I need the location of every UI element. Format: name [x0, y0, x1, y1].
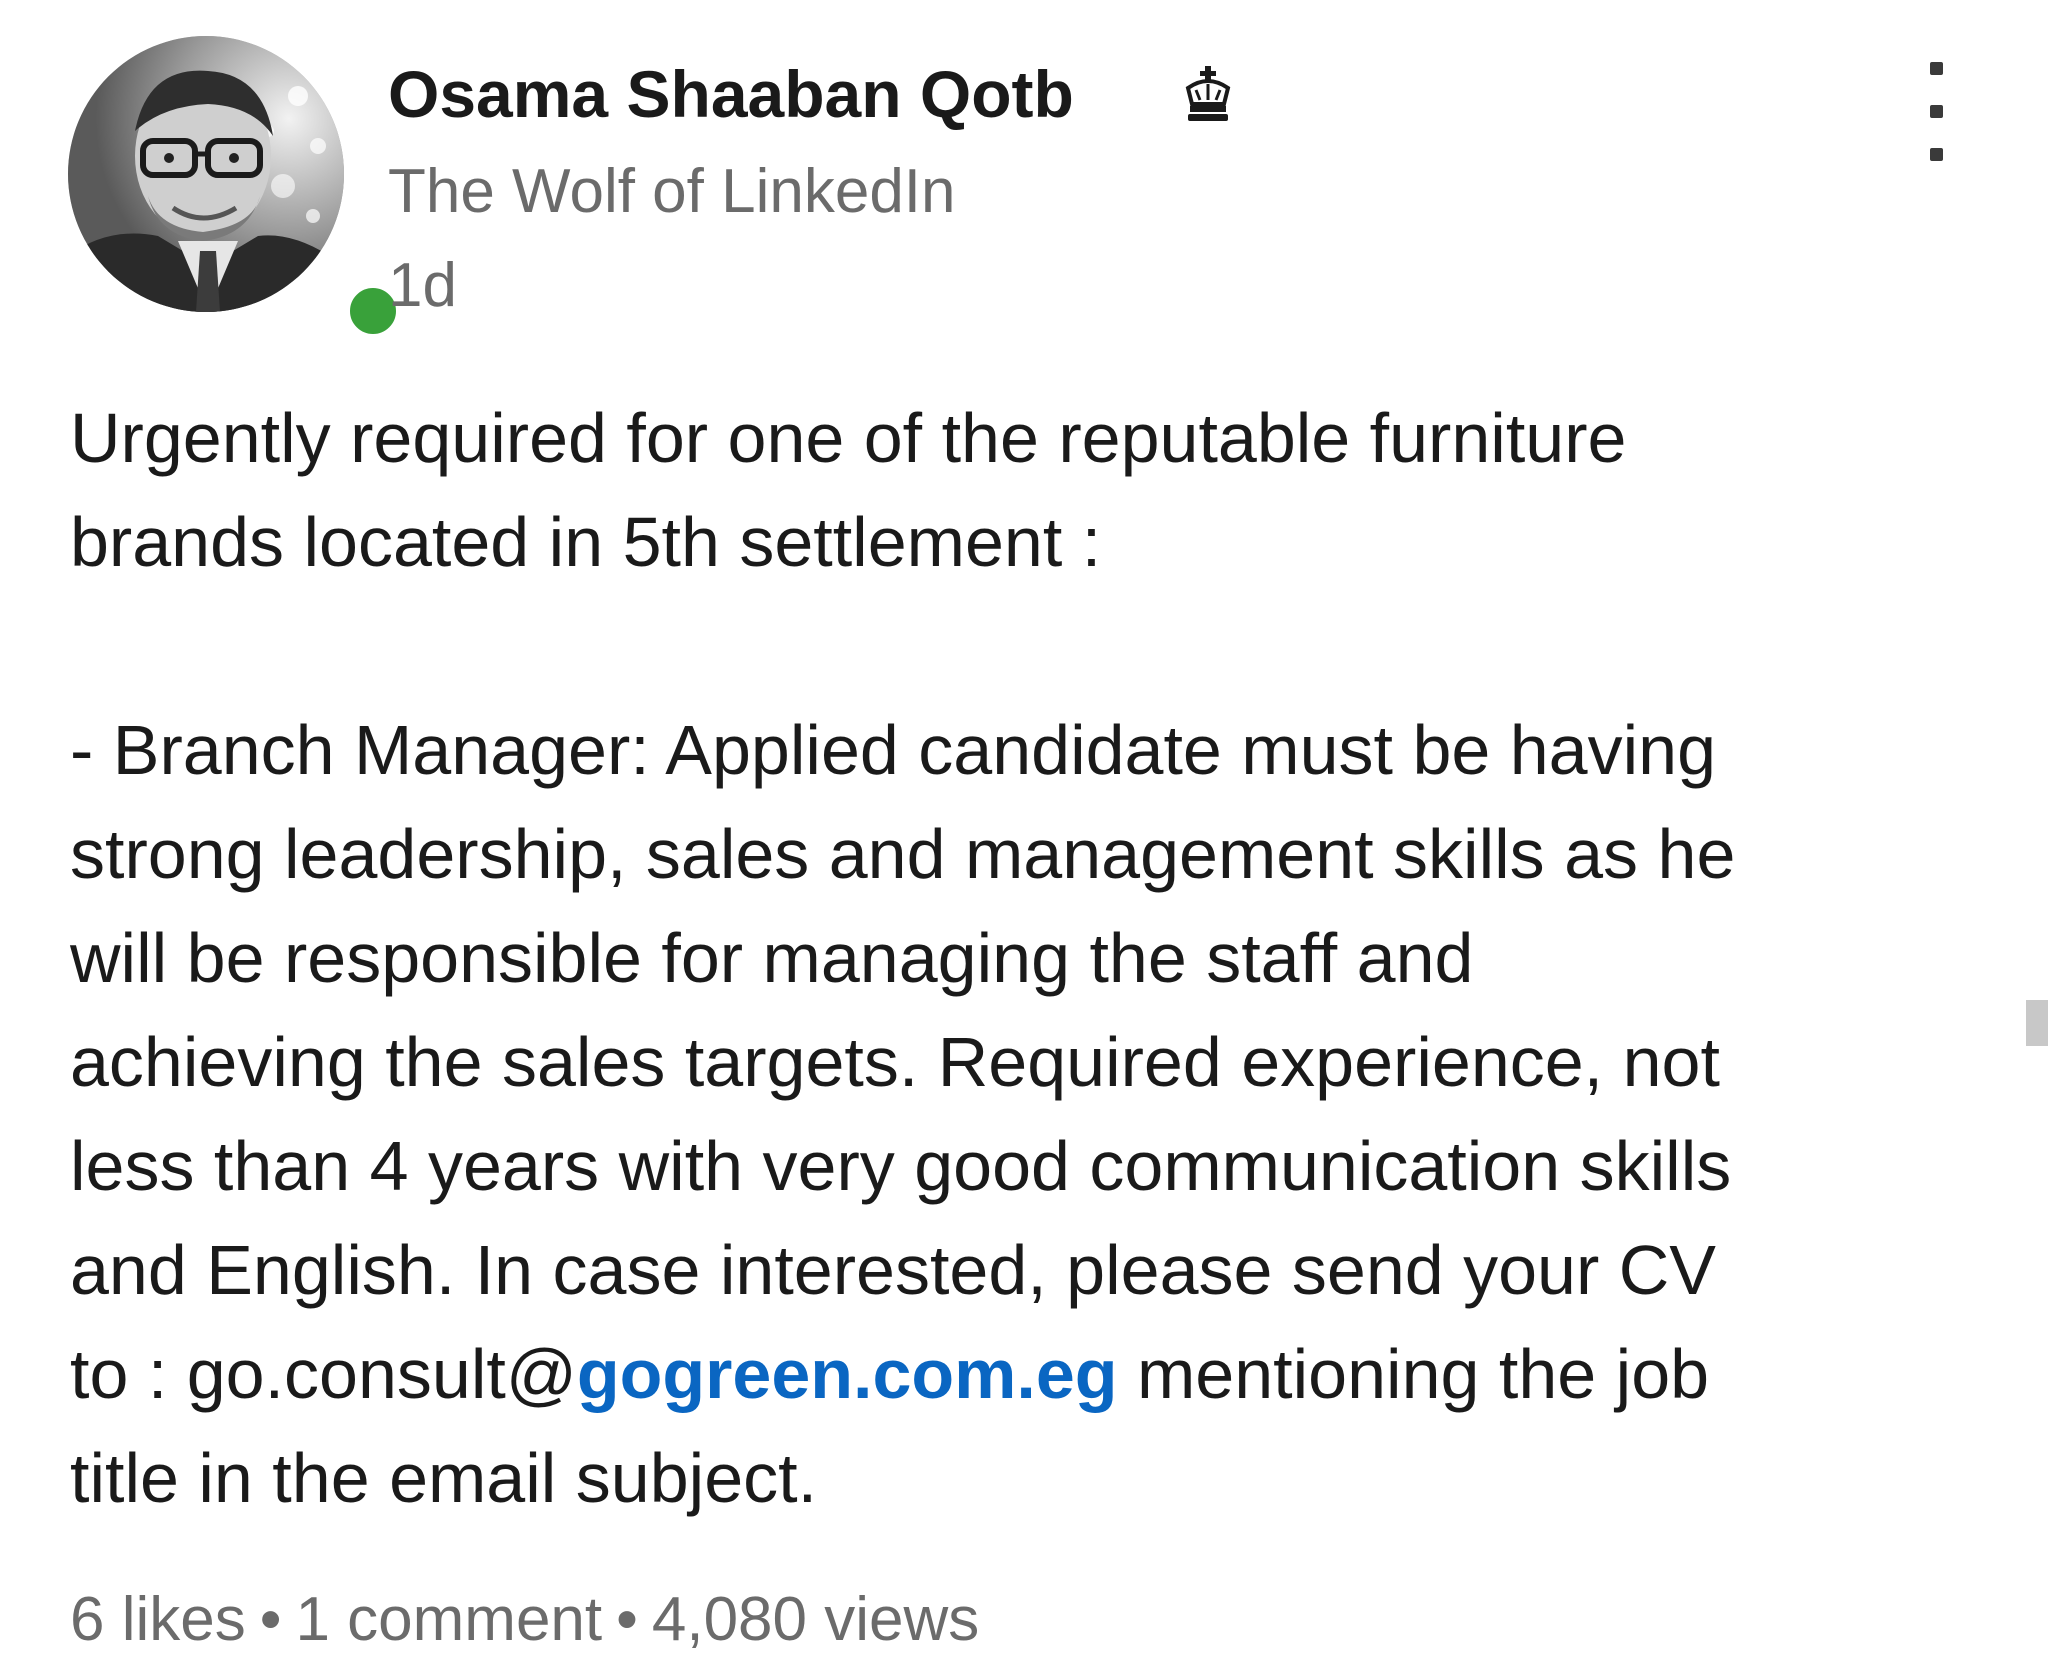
- post-timestamp: 1d: [388, 251, 457, 320]
- post-card: Osama Shaaban Qotb The Wolf of LinkedIn …: [0, 0, 2048, 1679]
- views-count[interactable]: 4,080 views: [652, 1585, 979, 1654]
- likes-count[interactable]: 6 likes: [70, 1585, 246, 1654]
- more-options-button[interactable]: [1908, 58, 1964, 166]
- post-intro: Urgently required for one of the reputab…: [70, 399, 1627, 581]
- comments-count[interactable]: 1 comment: [295, 1585, 602, 1654]
- scrollbar-thumb[interactable]: [2026, 1000, 2048, 1046]
- post-body: Urgently required for one of the reputab…: [70, 386, 2000, 1530]
- crown-icon: [1185, 66, 1231, 121]
- post-description: - Branch Manager: Applied candidate must…: [70, 698, 2000, 1530]
- author-name[interactable]: Osama Shaaban Qotb: [388, 52, 1074, 136]
- author-headline: The Wolf of LinkedIn: [388, 157, 956, 226]
- avatar-photo: [68, 36, 344, 312]
- post-text-before-link: - Branch Manager: Applied candidate must…: [70, 711, 1736, 1413]
- email-domain-link[interactable]: gogreen.com.eg: [577, 1335, 1118, 1413]
- post-stats: 6 likes • 1 comment • 4,080 views: [70, 1578, 979, 1662]
- stats-separator: •: [259, 1585, 282, 1654]
- stats-separator: •: [616, 1585, 638, 1654]
- author-avatar[interactable]: [68, 36, 402, 340]
